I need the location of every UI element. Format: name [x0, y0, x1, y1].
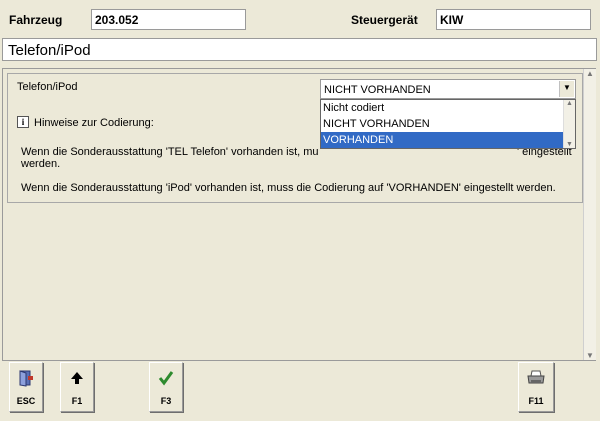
info-text-tel-left: Wenn die Sonderausstattung 'TEL Telefon'… [21, 146, 319, 158]
option-label: Nicht codiert [323, 102, 385, 114]
f11-key-label: F11 [528, 396, 544, 406]
vehicle-value: 203.052 [95, 13, 139, 27]
scroll-down-icon[interactable]: ▼ [564, 141, 575, 148]
f1-button[interactable]: F1 [60, 362, 94, 412]
ecu-field: KIW [436, 9, 591, 30]
f1-key-label: F1 [71, 396, 83, 406]
option-label: VORHANDEN [323, 134, 394, 146]
esc-key-label: ESC [16, 396, 36, 406]
select-value: NICHT VORHANDEN [324, 84, 431, 96]
scroll-up-icon[interactable]: ▲ [584, 69, 596, 78]
ecu-label: Steuergerät [351, 13, 418, 27]
info-title: Hinweise zur Codierung: [34, 117, 154, 129]
printer-icon [519, 369, 553, 387]
vehicle-label: Fahrzeug [9, 13, 63, 27]
dropdown-button[interactable]: ▼ [559, 81, 574, 97]
ecu-value: KIW [440, 13, 464, 27]
info-text-ipod: Wenn die Sonderausstattung 'iPod' vorhan… [21, 182, 556, 194]
exit-door-icon [10, 369, 42, 387]
dropdown-scrollbar[interactable]: ▲ ▼ [563, 100, 575, 148]
dropdown-list: Nicht codiert NICHT VORHANDEN VORHANDEN … [320, 99, 576, 149]
option-nicht-vorhanden[interactable]: NICHT VORHANDEN [321, 116, 564, 132]
option-vorhanden[interactable]: VORHANDEN [321, 132, 564, 148]
scroll-up-icon[interactable]: ▲ [564, 100, 575, 107]
esc-button[interactable]: ESC [9, 362, 43, 412]
checkmark-icon [150, 369, 182, 387]
page-title-bar: Telefon/iPod [2, 38, 597, 61]
vehicle-field: 203.052 [91, 9, 246, 30]
option-label: NICHT VORHANDEN [323, 118, 430, 130]
f11-button[interactable]: F11 [518, 362, 554, 412]
setting-label: Telefon/iPod [17, 81, 78, 93]
info-text-tel-cont: werden. [21, 158, 61, 170]
option-nicht-codiert[interactable]: Nicht codiert [321, 100, 564, 116]
chevron-down-icon: ▼ [563, 83, 571, 92]
vertical-scrollbar[interactable]: ▲ ▼ [583, 69, 596, 360]
info-icon: i [17, 116, 29, 128]
arrow-up-icon [61, 369, 93, 387]
telefon-ipod-select[interactable]: NICHT VORHANDEN ▼ [320, 79, 576, 99]
f3-key-label: F3 [160, 396, 172, 406]
page-title: Telefon/iPod [8, 42, 91, 59]
f3-button[interactable]: F3 [149, 362, 183, 412]
scroll-down-icon[interactable]: ▼ [584, 351, 596, 360]
